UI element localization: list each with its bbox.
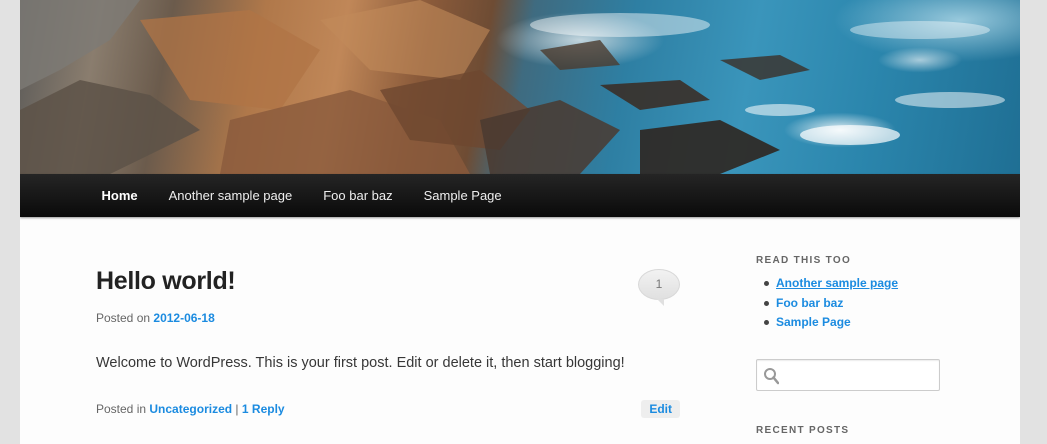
post-meta: Posted on 2012-06-18 (96, 311, 215, 325)
search-form[interactable] (756, 359, 940, 391)
sidebar-page-link-sample-page[interactable]: Sample Page (776, 313, 851, 333)
pages-widget-list: Another sample page Foo bar baz Sample P… (763, 274, 898, 333)
sidebar-page-item[interactable]: Sample Page (763, 313, 898, 333)
nav-menu: Home Another sample page Foo bar baz Sam… (20, 174, 1020, 217)
nav-item-another-sample-page[interactable]: Another sample page (153, 174, 308, 217)
sidebar-page-item[interactable]: Another sample page (763, 274, 898, 294)
footer-separator: | (235, 402, 239, 416)
post-content: Welcome to WordPress. This is your first… (96, 355, 625, 371)
post-date-link[interactable]: 2012-06-18 (153, 311, 214, 325)
category-link[interactable]: Uncategorized (149, 402, 232, 416)
nav-item-sample-page[interactable]: Sample Page (408, 174, 517, 217)
sidebar-page-link-another-sample-page[interactable]: Another sample page (776, 274, 898, 294)
main-navigation: Home Another sample page Foo bar baz Sam… (20, 174, 1020, 217)
nav-link-another-sample-page[interactable]: Another sample page (153, 174, 308, 217)
nav-item-home[interactable]: Home (86, 174, 153, 217)
pages-widget-title: Read this too (756, 255, 852, 266)
nav-link-foo-bar-baz[interactable]: Foo bar baz (308, 174, 408, 217)
nav-link-sample-page[interactable]: Sample Page (408, 174, 517, 217)
sidebar-page-link-foo-bar-baz[interactable]: Foo bar baz (776, 294, 843, 314)
nav-item-foo-bar-baz[interactable]: Foo bar baz (308, 174, 408, 217)
comments-count-bubble[interactable]: 1 (638, 269, 680, 306)
search-icon (764, 368, 779, 385)
search-input[interactable] (783, 364, 933, 386)
posted-on-label: Posted on (96, 311, 151, 325)
nav-link-home[interactable]: Home (86, 174, 153, 217)
header-image[interactable] (20, 0, 1020, 174)
recent-posts-widget-title: Recent Posts (756, 425, 850, 436)
sidebar-page-item[interactable]: Foo bar baz (763, 294, 898, 314)
post-title[interactable]: Hello world! (96, 267, 236, 296)
page-container: Home Another sample page Foo bar baz Sam… (20, 0, 1020, 444)
header-image-art (20, 0, 1005, 174)
post-footer: Posted in Uncategorized | 1 Reply Edit (96, 400, 681, 418)
edit-button[interactable]: Edit (641, 400, 680, 418)
posted-in-label: Posted in (96, 402, 147, 416)
reply-link[interactable]: 1 Reply (242, 402, 285, 416)
